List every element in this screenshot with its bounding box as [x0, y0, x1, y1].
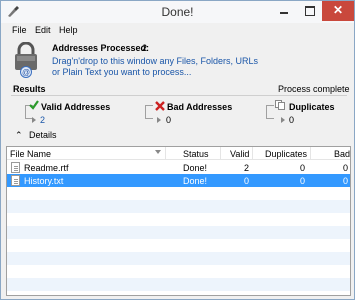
column-status[interactable]: Status — [183, 149, 209, 159]
close-icon: ✕ — [332, 3, 344, 17]
details-toggle-label[interactable]: Details — [29, 130, 57, 140]
duplicates-expand-icon — [281, 117, 285, 123]
table-row-selected[interactable]: History.txt Done! 0 0 0 — [7, 174, 350, 187]
document-icon — [11, 162, 20, 173]
empty-row-stripe — [7, 252, 350, 265]
menu-file[interactable]: File — [12, 25, 27, 35]
duplicate-file-icon — [275, 100, 285, 110]
column-file-name[interactable]: File Name — [10, 149, 51, 159]
drag-drop-hint: Drag'n'drop to this window any Files, Fo… — [52, 56, 259, 77]
document-icon — [11, 175, 20, 186]
file-bad: 0 — [342, 163, 348, 173]
bad-expand-icon — [157, 117, 161, 123]
close-button[interactable]: ✕ — [322, 1, 354, 21]
bad-bracket — [145, 105, 153, 119]
empty-row-stripe — [7, 200, 350, 213]
duplicates-bracket — [266, 105, 274, 119]
file-status: Done! — [183, 163, 208, 173]
empty-row-stripe — [7, 278, 350, 291]
maximize-button[interactable] — [297, 1, 322, 21]
red-x-icon — [155, 101, 165, 111]
table-header: File Name Status Valid Duplicates Bad — [7, 147, 350, 160]
file-duplicates: 0 — [299, 176, 305, 186]
file-name: History.txt — [24, 176, 64, 186]
file-name: Readme.rtf — [24, 163, 69, 173]
minimize-button[interactable] — [271, 1, 297, 21]
valid-addresses-value[interactable]: 2 — [40, 115, 45, 125]
file-list-table[interactable]: File Name Status Valid Duplicates Bad Re… — [6, 146, 351, 296]
column-duplicates[interactable]: Duplicates — [265, 149, 307, 159]
table-row[interactable]: Readme.rtf Done! 2 0 0 — [7, 161, 350, 174]
file-valid: 2 — [243, 163, 249, 173]
empty-row-stripe — [7, 226, 350, 239]
app-window: Done! ✕ File Edit Help @ Addresses Proce… — [0, 0, 355, 300]
details-collapse-icon[interactable]: ⌃ — [15, 130, 23, 141]
file-valid: 0 — [243, 176, 249, 186]
sort-descending-icon — [155, 150, 161, 154]
addresses-processed-label: Addresses Processed: — [52, 43, 150, 53]
svg-text:@: @ — [22, 68, 30, 77]
column-bad[interactable]: Bad — [334, 149, 350, 159]
valid-addresses-label: Valid Addresses — [41, 102, 111, 112]
addresses-processed-count: 2 — [142, 43, 148, 53]
duplicates-value: 0 — [289, 115, 295, 125]
duplicates-label: Duplicates — [289, 102, 335, 112]
column-divider — [252, 147, 253, 160]
menu-bar: File Edit Help — [2, 23, 353, 38]
column-divider — [310, 147, 311, 160]
title-bar[interactable]: Done! ✕ — [1, 1, 354, 23]
valid-expand-icon[interactable] — [32, 117, 36, 123]
bad-addresses-value: 0 — [166, 115, 172, 125]
column-divider — [165, 147, 166, 160]
column-valid[interactable]: Valid — [230, 149, 249, 159]
results-heading: Results — [13, 84, 46, 94]
results-divider — [11, 95, 347, 96]
process-status: Process complete — [278, 84, 350, 94]
file-status: Done! — [183, 176, 208, 186]
checkmark-icon — [29, 100, 39, 110]
column-divider — [220, 147, 221, 160]
file-duplicates: 0 — [299, 163, 305, 173]
email-lock-icon: @ — [15, 42, 37, 78]
bad-addresses-label: Bad Addresses — [167, 102, 233, 112]
menu-help[interactable]: Help — [59, 25, 78, 35]
menu-edit[interactable]: Edit — [35, 25, 51, 35]
file-bad: 0 — [342, 176, 348, 186]
